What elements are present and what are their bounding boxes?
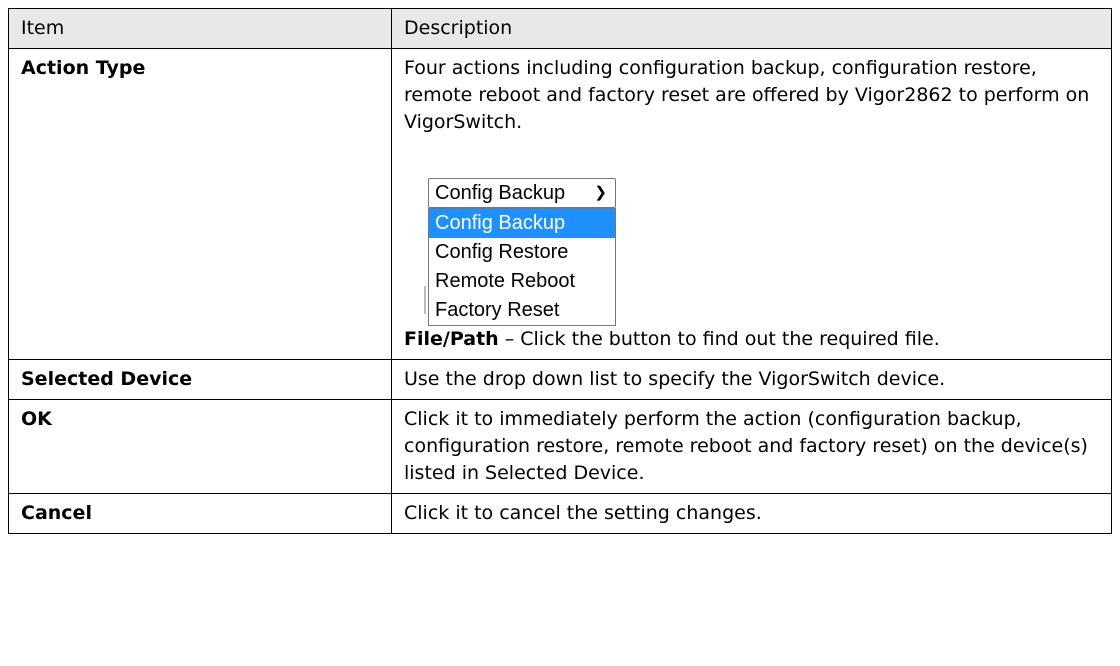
row-description-ok: Click it to immediately perform the acti… (391, 399, 1112, 494)
dropdown-figure: Config Backup ❯ Config Backup Config Res… (404, 136, 1103, 326)
action-type-select[interactable]: Config Backup ❯ (428, 178, 616, 208)
action-type-options-list: Config Backup Config Restore Remote Rebo… (428, 208, 616, 326)
file-path-text: – Click the button to find out the requi… (498, 328, 940, 350)
row-description-cancel: Click it to cancel the setting changes. (391, 493, 1112, 534)
table-row: Selected Device Use the drop down list t… (8, 359, 1112, 400)
row-description-selected-device: Use the drop down list to specify the Vi… (391, 359, 1112, 400)
action-type-selected-value: Config Backup (435, 182, 566, 204)
header-item: Item (8, 8, 392, 49)
option-config-restore[interactable]: Config Restore (429, 238, 615, 267)
action-type-description-text: Four actions including configuration bac… (404, 57, 1090, 133)
background-artifact (424, 286, 426, 314)
row-description-action-type: Four actions including configuration bac… (391, 48, 1112, 360)
row-item-ok: OK (8, 399, 392, 494)
description-table: Item Description Action Type Four action… (8, 8, 1112, 534)
file-path-label: File/Path (404, 328, 499, 350)
table-row: OK Click it to immediately perform the a… (8, 399, 1112, 494)
row-item-selected-device: Selected Device (8, 359, 392, 400)
chevron-down-icon: ❯ (594, 184, 607, 201)
option-config-backup[interactable]: Config Backup (429, 209, 615, 238)
header-description: Description (391, 8, 1112, 49)
option-factory-reset[interactable]: Factory Reset (429, 296, 615, 325)
file-path-line: File/Path – Click the button to find out… (404, 326, 1103, 353)
option-remote-reboot[interactable]: Remote Reboot (429, 267, 615, 296)
table-row: Cancel Click it to cancel the setting ch… (8, 493, 1112, 534)
table-header-row: Item Description (8, 8, 1112, 49)
row-item-cancel: Cancel (8, 493, 392, 534)
row-item-action-type: Action Type (8, 48, 392, 360)
table-row: Action Type Four actions including confi… (8, 48, 1112, 360)
